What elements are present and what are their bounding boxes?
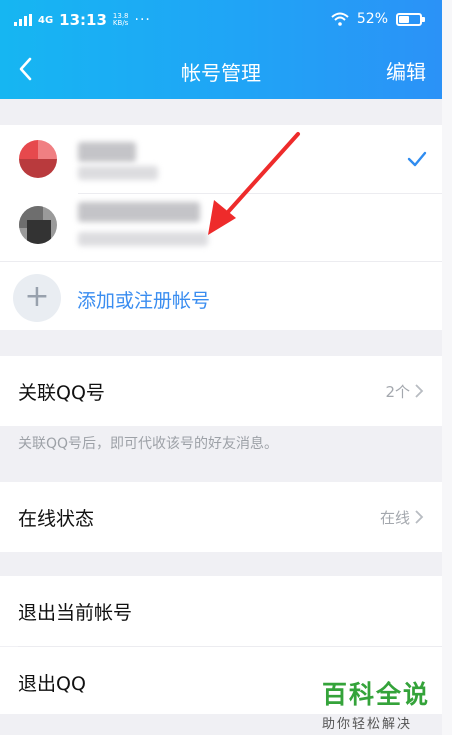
watermark-title: 百科全说 [322,680,431,709]
watermark-logo: 百科全说 助你轻松解决 [322,675,444,732]
annotation-arrow [208,132,300,235]
watermark-subtitle: 助你轻松解决 [322,717,413,732]
